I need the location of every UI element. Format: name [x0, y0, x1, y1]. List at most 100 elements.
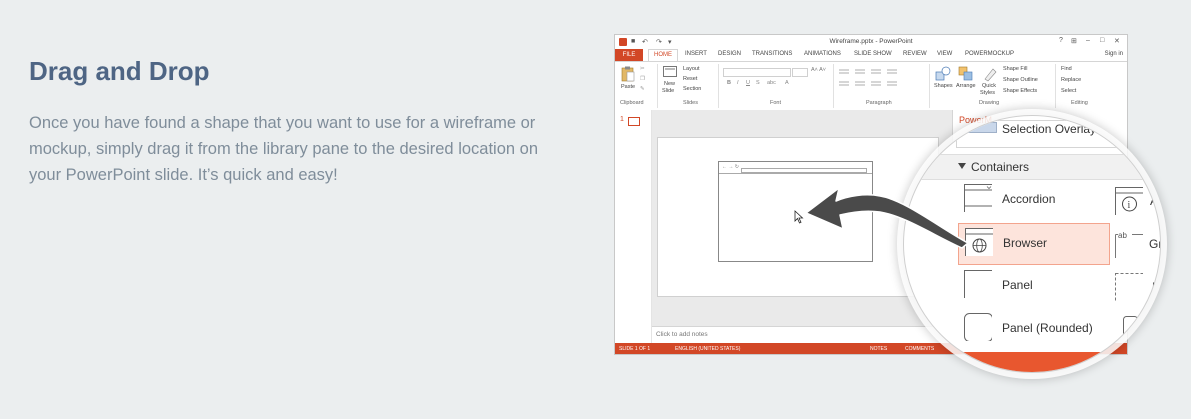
- library-item-label: Panel (Rounded): [1002, 321, 1093, 335]
- arrange-icon[interactable]: [958, 66, 974, 82]
- section-description: Once you have found a shape that you wan…: [29, 114, 539, 184]
- cursor-icon: [794, 210, 804, 224]
- tab-file[interactable]: FILE: [615, 49, 643, 61]
- slide-canvas[interactable]: ← → ↻: [657, 137, 939, 297]
- collapse-triangle-icon[interactable]: [958, 163, 966, 169]
- partial-item-label: A: [1150, 194, 1159, 208]
- cut-icon[interactable]: ✂: [640, 66, 645, 72]
- tab-design[interactable]: DESIGN: [718, 51, 741, 57]
- library-item-label: Accordion: [1002, 192, 1056, 206]
- status-slide: SLIDE 1 OF 1: [619, 346, 651, 352]
- quick-label: Quick: [982, 83, 997, 89]
- status-language[interactable]: ENGLISH (UNITED STATES): [675, 346, 740, 352]
- slide-thumbnail[interactable]: [628, 117, 640, 126]
- slide-number: 1: [620, 116, 624, 123]
- find-button[interactable]: Find: [1061, 66, 1072, 72]
- shape-outline-button[interactable]: Shape Outline: [1003, 77, 1038, 83]
- tab-slide-show[interactable]: SLIDE SHOW: [854, 51, 892, 57]
- ribbon-tabs: FILE HOME INSERT DESIGN TRANSITIONS ANIM…: [615, 49, 1127, 61]
- magnifier-lens: Selection Overlay Containers Accordion B…: [903, 115, 1161, 373]
- styles-label: Styles: [980, 90, 995, 96]
- shapes-icon[interactable]: [935, 66, 951, 82]
- partial-item-label: P: [1152, 280, 1161, 294]
- section-button[interactable]: Section: [683, 86, 701, 92]
- browser-nav-icons: ← → ↻: [722, 164, 739, 170]
- notes-placeholder: Click to add notes: [656, 331, 708, 338]
- group-box-icon[interactable]: ab: [1115, 230, 1143, 258]
- tab-home[interactable]: HOME: [648, 49, 678, 61]
- group-font: Font: [770, 100, 782, 106]
- close-button[interactable]: ✕: [1114, 37, 1120, 45]
- shape-effects-button[interactable]: Shape Effects: [1003, 88, 1037, 94]
- slide-thumbnail-pane: 1: [615, 110, 652, 343]
- library-item-accordion[interactable]: Accordion: [958, 180, 1108, 220]
- library-item-browser[interactable]: Browser: [958, 223, 1110, 265]
- strikethrough-button[interactable]: abc: [767, 80, 776, 86]
- bold-button[interactable]: B: [727, 80, 731, 86]
- paragraph-icons[interactable]: [837, 68, 907, 92]
- maximize-button[interactable]: □: [1100, 37, 1104, 44]
- library-item-panel[interactable]: Panel: [958, 266, 1108, 306]
- shape-fill-button[interactable]: Shape Fill: [1003, 66, 1027, 72]
- font-grow-icon[interactable]: A˄ A˅: [811, 67, 826, 73]
- shadow-button[interactable]: S: [756, 80, 760, 86]
- italic-button[interactable]: I: [737, 80, 739, 86]
- browser-url-bar: [741, 168, 867, 173]
- group-clipboard: Clipboard: [620, 100, 644, 106]
- tab-review[interactable]: REVIEW: [903, 51, 927, 57]
- selection-overlay-icon: [957, 122, 997, 133]
- pane-bottom-bar: [904, 352, 1160, 372]
- paste-label: Paste: [621, 84, 636, 90]
- accordion-icon: [964, 184, 992, 212]
- containers-label: Containers: [971, 160, 1030, 174]
- layout-button[interactable]: Layout: [683, 66, 700, 72]
- svg-text:ab: ab: [1118, 231, 1127, 240]
- status-notes[interactable]: NOTES: [870, 346, 887, 352]
- section-heading: Drag and Drop: [29, 56, 210, 86]
- library-item-label: Browser: [1003, 236, 1048, 250]
- panel-rounded-icon: [964, 313, 992, 341]
- svg-text:i: i: [1128, 200, 1131, 211]
- font-color-icon[interactable]: A: [785, 80, 789, 86]
- font-name-box[interactable]: [723, 68, 791, 77]
- new-slide-label-2: Slide: [662, 88, 675, 94]
- reset-button[interactable]: Reset: [683, 76, 697, 82]
- group-editing: Editing: [1071, 100, 1088, 106]
- ribbon-display-button[interactable]: ⊞: [1071, 37, 1077, 45]
- sign-in-link[interactable]: Sign in: [1105, 51, 1123, 57]
- group-slides: Slides: [683, 100, 698, 106]
- library-item-panel-rounded[interactable]: Panel (Rounded): [958, 309, 1108, 349]
- device-icon[interactable]: [1123, 316, 1151, 344]
- tab-powermockup[interactable]: POWERMOCKUP: [965, 51, 1014, 57]
- title-bar: ■ ↶ ↷ ▾ Wireframe.pptx - PowerPoint ? ⊞ …: [615, 35, 1127, 49]
- replace-button[interactable]: Replace: [1061, 77, 1081, 83]
- partial-item-label: Gr: [1149, 237, 1160, 251]
- selection-overlay-label: Selection Overlay: [1002, 122, 1097, 136]
- format-painter-icon[interactable]: ✎: [640, 86, 645, 92]
- copy-icon[interactable]: ❐: [640, 76, 645, 82]
- browser-icon: [965, 228, 993, 256]
- font-size-box[interactable]: [792, 68, 808, 77]
- quick-styles-icon[interactable]: [982, 66, 998, 82]
- library-item-label: Panel: [1002, 278, 1033, 292]
- help-button[interactable]: ?: [1059, 37, 1063, 44]
- group-paragraph: Paragraph: [866, 100, 892, 106]
- info-icon[interactable]: i: [1115, 187, 1143, 215]
- containers-header[interactable]: [904, 154, 1160, 180]
- select-button[interactable]: Select: [1061, 88, 1076, 94]
- window-title: Wireframe.pptx - PowerPoint: [829, 38, 913, 45]
- new-slide-icon[interactable]: [663, 66, 677, 78]
- tab-view[interactable]: VIEW: [937, 51, 952, 57]
- minimize-button[interactable]: –: [1086, 37, 1090, 44]
- dashed-panel-icon[interactable]: [1115, 273, 1143, 301]
- tab-insert[interactable]: INSERT: [685, 51, 707, 57]
- tab-animations[interactable]: ANIMATIONS: [804, 51, 841, 57]
- new-slide-label: New: [664, 81, 676, 87]
- paste-icon[interactable]: [621, 66, 635, 82]
- tab-transitions[interactable]: TRANSITIONS: [752, 51, 792, 57]
- underline-button[interactable]: U: [746, 80, 750, 86]
- shapes-label: Shapes: [934, 83, 953, 89]
- panel-icon: [964, 270, 992, 298]
- browser-mockup-toolbar: ← → ↻: [719, 162, 872, 174]
- group-drawing: Drawing: [979, 100, 1000, 106]
